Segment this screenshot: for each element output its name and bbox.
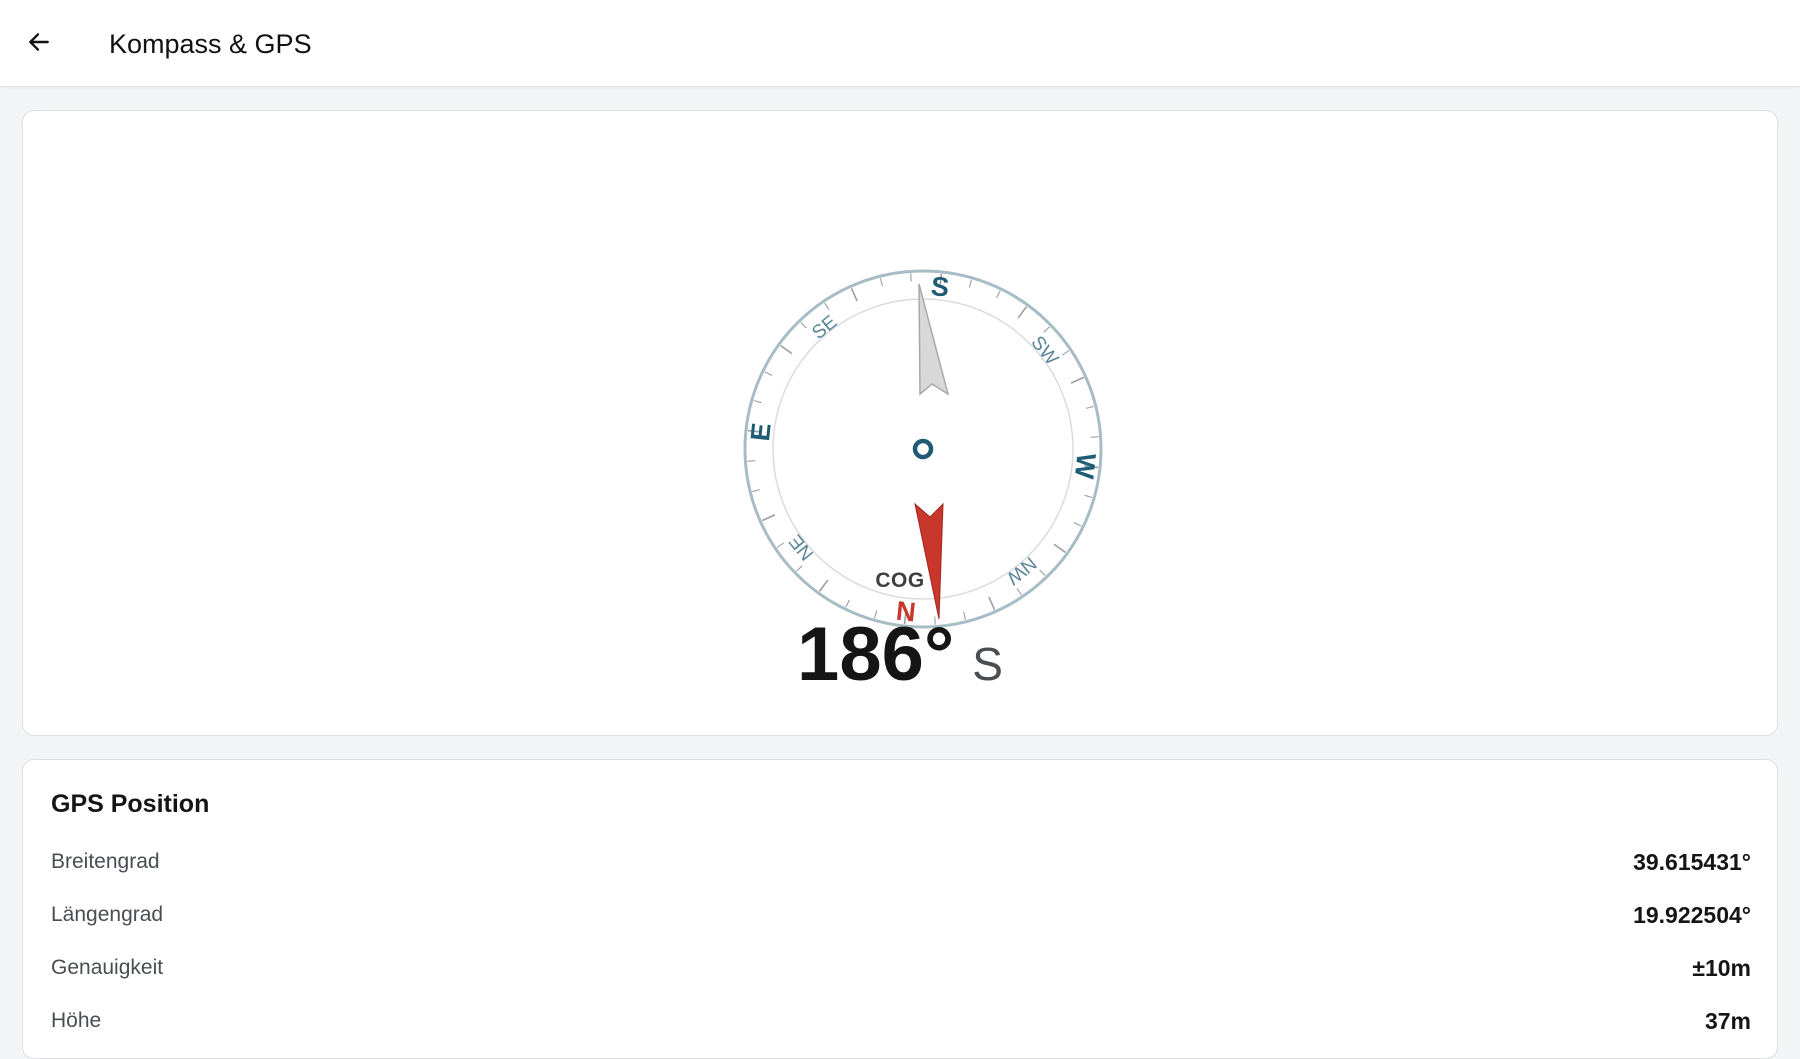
compass-tick xyxy=(1061,350,1070,356)
compass-tick xyxy=(1070,376,1085,384)
cardinal-label-e: E xyxy=(745,421,777,442)
compass-card: N E S W NE SE SW NW COG 186° S xyxy=(22,110,1778,736)
arrow-left-icon xyxy=(29,33,49,51)
compass-tick xyxy=(752,489,761,493)
compass-tick xyxy=(850,287,858,302)
gps-row-accuracy: Genauigkeit ±10m xyxy=(51,951,1751,985)
compass-tick xyxy=(761,514,776,522)
compass-tick xyxy=(1043,326,1050,333)
compass-tick xyxy=(753,399,762,404)
app-bar: Kompass & GPS xyxy=(0,0,1800,87)
north-needle xyxy=(914,502,944,620)
cog-readout: 186° S xyxy=(23,611,1777,698)
compass-tick xyxy=(824,302,830,311)
compass-center-pivot xyxy=(912,438,934,460)
compass-tick xyxy=(1073,522,1082,527)
gps-row-value: 37m xyxy=(1704,1007,1751,1034)
compass-tick xyxy=(845,599,850,608)
compass-tick xyxy=(996,290,1001,299)
gps-row-latitude: Breitengrad 39.615431° xyxy=(51,845,1751,879)
gps-row-longitude: Längengrad 19.922504° xyxy=(51,898,1751,932)
compass-tick xyxy=(910,273,912,282)
compass-tick xyxy=(747,460,756,462)
page-title: Kompass & GPS xyxy=(109,29,312,59)
intercardinal-label-ne: NE xyxy=(785,530,818,564)
intercardinal-label-sw: SW xyxy=(1026,332,1062,369)
gps-title: GPS Position xyxy=(51,790,210,818)
compass-tick xyxy=(1017,306,1028,319)
cardinal-label-s: S xyxy=(930,271,951,303)
cog-value: 186° xyxy=(797,612,955,697)
compass-tick xyxy=(1053,543,1066,554)
intercardinal-label-se: SE xyxy=(808,312,841,344)
compass-tick xyxy=(988,596,996,611)
cardinal-label-w: W xyxy=(1069,452,1102,481)
compass-tick xyxy=(1085,405,1094,409)
compass-tick xyxy=(1090,436,1099,438)
gps-row-label: Breitengrad xyxy=(51,850,160,873)
compass-tick xyxy=(800,322,807,329)
gps-row-label: Genauigkeit xyxy=(51,956,164,979)
compass-tick xyxy=(1084,494,1093,499)
gps-row-value: ±10m xyxy=(1692,954,1751,981)
compass-tick xyxy=(780,344,793,355)
gps-row-value: 19.922504° xyxy=(1633,901,1751,928)
compass-tick xyxy=(968,279,973,288)
gps-row-altitude: Höhe 37m xyxy=(51,1004,1751,1038)
cog-direction: S xyxy=(972,638,1003,690)
back-button[interactable] xyxy=(18,21,60,63)
compass-tick xyxy=(776,542,785,548)
cog-label: COG xyxy=(875,569,925,592)
compass-tick xyxy=(879,278,883,287)
gps-row-label: Höhe xyxy=(51,1009,102,1032)
gps-row-label: Längengrad xyxy=(51,903,164,926)
compass-tick xyxy=(764,371,773,376)
gps-card: GPS Position Breitengrad 39.615431° Läng… xyxy=(22,759,1778,1059)
gps-row-value: 39.615431° xyxy=(1633,848,1751,875)
